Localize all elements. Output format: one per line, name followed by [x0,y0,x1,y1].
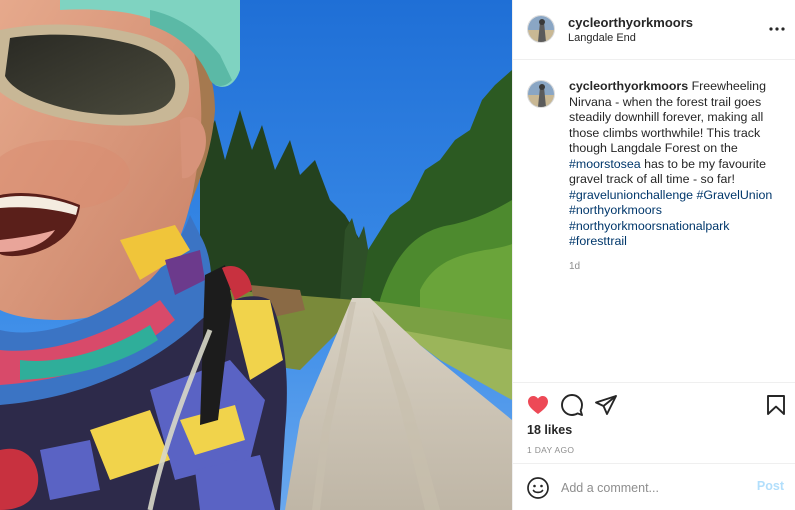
share-icon[interactable] [594,393,618,417]
comment-icon[interactable] [560,393,584,417]
hashtag-moorstosea[interactable]: #moorstosea [569,157,641,171]
avatar-image [528,81,554,107]
hashtag-northyorkmoorsnationalpark[interactable]: #northyorkmoorsnationalpark [569,219,729,233]
heart-icon[interactable] [526,393,550,417]
forest-trail-selfie-image [0,0,512,510]
hashtag-foresttrail[interactable]: #foresttrail [569,234,627,248]
avatar[interactable] [527,15,555,43]
comment-input[interactable] [561,478,741,498]
caption-avatar[interactable] [527,80,555,108]
comments-section: cycleorthyorkmoors Freewheeling Nirvana … [513,60,795,382]
post-caption: cycleorthyorkmoors Freewheeling Nirvana … [569,79,784,250]
bookmark-icon[interactable] [764,393,788,417]
hashtag-gravelunion[interactable]: #GravelUnion [696,188,772,202]
post-details-panel: cycleorthyorkmoors Langdale End cycleort… [512,0,795,510]
post-header: cycleorthyorkmoors Langdale End [513,0,795,60]
likes-count[interactable]: 18 likes [527,423,572,437]
post-photo[interactable] [0,0,512,510]
caption-timestamp[interactable]: 1d [569,261,580,272]
hashtag-gravelunionchallenge[interactable]: #gravelunionchallenge [569,188,693,202]
location-link[interactable]: Langdale End [568,32,636,44]
caption-username[interactable]: cycleorthyorkmoors [569,79,688,93]
add-comment-bar: Post [513,463,795,510]
avatar-image [528,16,554,42]
more-options-icon[interactable] [768,20,786,38]
post-date: 1 DAY AGO [527,445,575,455]
post-actions: 18 likes 1 DAY AGO [513,382,795,462]
emoji-icon[interactable] [526,476,550,500]
username-link[interactable]: cycleorthyorkmoors [568,15,693,30]
post-comment-button[interactable]: Post [757,479,784,493]
hashtag-northyorkmoors[interactable]: #northyorkmoors [569,203,662,217]
